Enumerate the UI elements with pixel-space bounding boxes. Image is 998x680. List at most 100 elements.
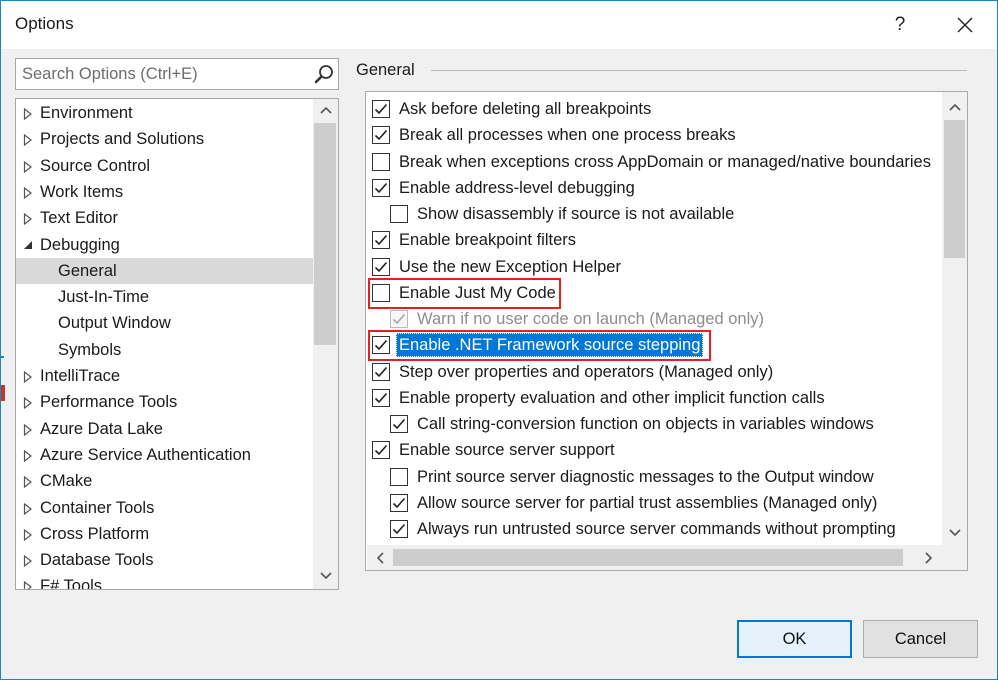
section-title: General xyxy=(356,61,415,79)
collapsed-arrow-icon[interactable] xyxy=(23,442,35,468)
help-button[interactable]: ? xyxy=(885,11,915,39)
tree-item[interactable]: Output Window xyxy=(16,310,313,336)
collapsed-arrow-icon[interactable] xyxy=(23,179,35,205)
collapsed-arrow-icon[interactable] xyxy=(23,389,35,415)
tree-item[interactable]: Source Control xyxy=(16,153,313,179)
option-row: Allow source server for partial trust as… xyxy=(366,490,942,516)
option-label[interactable]: Call string-conversion function on objec… xyxy=(414,411,877,437)
collapsed-arrow-icon[interactable] xyxy=(23,153,35,179)
tree-item[interactable]: Cross Platform xyxy=(16,521,313,547)
collapsed-arrow-icon[interactable] xyxy=(23,126,35,152)
tree-item[interactable]: General xyxy=(16,257,313,284)
option-label[interactable]: Step over properties and operators (Mana… xyxy=(396,359,776,385)
collapsed-arrow-icon[interactable] xyxy=(23,547,35,573)
tree-item[interactable]: Performance Tools xyxy=(16,389,313,415)
scroll-up-button[interactable] xyxy=(313,101,338,119)
tree-item-label: Symbols xyxy=(58,340,122,359)
option-checkbox[interactable] xyxy=(372,257,390,276)
option-checkbox[interactable] xyxy=(390,467,408,486)
checkmark-icon xyxy=(374,366,388,377)
option-label[interactable]: Enable address-level debugging xyxy=(396,175,638,201)
background-fragment xyxy=(1,385,5,401)
scroll-down-button[interactable] xyxy=(942,524,967,542)
tree-item-label: General xyxy=(58,261,117,280)
option-row: Warn if no user code on launch (Managed … xyxy=(366,306,942,332)
option-checkbox[interactable] xyxy=(390,415,408,433)
tree-item-label: Performance Tools xyxy=(40,393,178,412)
option-row: Use the new Exception Helper xyxy=(366,254,942,280)
option-checkbox[interactable] xyxy=(372,152,390,171)
tree-item[interactable]: Just-In-Time xyxy=(16,284,313,310)
tree-item[interactable]: Text Editor xyxy=(16,205,313,231)
close-button[interactable] xyxy=(947,9,983,41)
expanded-arrow-icon[interactable] xyxy=(23,232,35,258)
tree-item[interactable]: IntelliTrace xyxy=(16,363,313,389)
option-row: Enable source server support xyxy=(366,437,942,463)
scroll-thumb[interactable] xyxy=(314,123,336,345)
scroll-thumb[interactable] xyxy=(393,549,903,566)
checkmark-icon xyxy=(374,182,388,193)
option-label[interactable]: Break all processes when one process bre… xyxy=(396,122,739,148)
option-checkbox[interactable] xyxy=(372,362,390,381)
collapsed-arrow-icon[interactable] xyxy=(23,100,35,126)
option-checkbox[interactable] xyxy=(372,441,390,460)
collapsed-arrow-icon[interactable] xyxy=(23,205,35,231)
option-label[interactable]: Show disassembly if source is not availa… xyxy=(414,201,737,227)
tree-item-label: Source Control xyxy=(40,156,151,175)
tree-item[interactable]: Work Items xyxy=(16,179,313,205)
option-row: Break all processes when one process bre… xyxy=(366,122,942,148)
tree-item[interactable]: Symbols xyxy=(16,337,313,363)
tree-item-label: Just-In-Time xyxy=(58,288,150,307)
tree-item[interactable]: Azure Service Authentication xyxy=(16,442,313,468)
scroll-up-button[interactable] xyxy=(942,98,967,116)
collapsed-arrow-icon[interactable] xyxy=(23,573,35,589)
scroll-left-button[interactable] xyxy=(370,548,390,568)
scroll-thumb[interactable] xyxy=(944,120,965,258)
option-label[interactable]: Always run untrusted source server comma… xyxy=(414,516,899,542)
option-checkbox[interactable] xyxy=(390,520,408,538)
checkmark-icon xyxy=(392,497,406,508)
option-row: Enable breakpoint filters xyxy=(366,227,942,253)
ok-button[interactable]: OK xyxy=(737,620,852,658)
collapsed-arrow-icon[interactable] xyxy=(23,416,35,442)
tree-item[interactable]: Environment xyxy=(16,100,313,126)
scroll-down-button[interactable] xyxy=(313,567,338,585)
option-checkbox[interactable] xyxy=(372,126,390,145)
collapsed-arrow-icon[interactable] xyxy=(23,363,35,389)
option-checkbox[interactable] xyxy=(390,205,408,223)
search-input[interactable] xyxy=(16,59,306,89)
collapsed-arrow-icon[interactable] xyxy=(23,468,35,494)
tree-item[interactable]: Projects and Solutions xyxy=(16,126,313,152)
option-label[interactable]: Print source server diagnostic messages … xyxy=(414,464,877,490)
checkmark-icon xyxy=(374,392,388,403)
option-label[interactable]: Enable source server support xyxy=(396,437,618,463)
tree-item[interactable]: CMake xyxy=(16,468,313,494)
tree-item[interactable]: Azure Data Lake xyxy=(16,416,313,442)
option-row: Print source server diagnostic messages … xyxy=(366,464,942,490)
scroll-right-button[interactable] xyxy=(919,548,939,568)
option-checkbox[interactable] xyxy=(390,493,408,512)
option-label[interactable]: Ask before deleting all breakpoints xyxy=(396,96,654,122)
tree-item[interactable]: Database Tools xyxy=(16,547,313,573)
tree-item[interactable]: Container Tools xyxy=(16,495,313,521)
tree-item[interactable]: F# Tools xyxy=(16,573,313,589)
tree-scrollbar[interactable] xyxy=(313,99,338,589)
horizontal-scrollbar[interactable] xyxy=(367,545,942,570)
option-checkbox[interactable] xyxy=(372,178,390,197)
cancel-button[interactable]: Cancel xyxy=(863,620,978,658)
option-checkbox[interactable] xyxy=(372,388,390,407)
tree-item[interactable]: Debugging xyxy=(16,232,313,258)
option-label[interactable]: Break when exceptions cross AppDomain or… xyxy=(396,149,934,175)
option-label[interactable]: Enable breakpoint filters xyxy=(396,227,579,253)
option-label[interactable]: Use the new Exception Helper xyxy=(396,254,624,280)
options-scrollbar[interactable] xyxy=(942,92,967,545)
background-fragment xyxy=(1,356,4,358)
search-icon[interactable] xyxy=(314,64,334,84)
option-row: Enable property evaluation and other imp… xyxy=(366,385,942,411)
option-checkbox[interactable] xyxy=(372,100,390,118)
option-label[interactable]: Enable property evaluation and other imp… xyxy=(396,385,828,411)
collapsed-arrow-icon[interactable] xyxy=(23,521,35,547)
collapsed-arrow-icon[interactable] xyxy=(23,495,35,521)
option-checkbox[interactable] xyxy=(372,231,390,250)
option-label[interactable]: Allow source server for partial trust as… xyxy=(414,490,880,516)
